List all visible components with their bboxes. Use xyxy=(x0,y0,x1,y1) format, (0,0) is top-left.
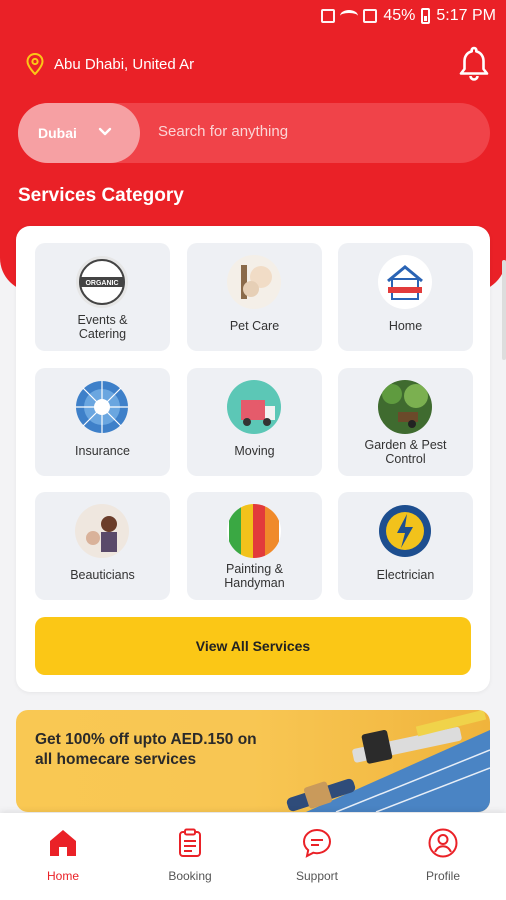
category-tile[interactable]: Painting & Handyman xyxy=(187,492,322,600)
insurance-wheel-icon xyxy=(75,380,129,434)
home-service-icon xyxy=(378,255,432,309)
clock: 5:17 PM xyxy=(436,7,496,24)
nav-label-profile: Profile xyxy=(425,869,460,883)
category-label: Events & Catering xyxy=(77,313,128,341)
svg-text:ORGANIC: ORGANIC xyxy=(85,280,118,287)
category-label: Garden & Pest Control xyxy=(364,438,447,466)
nav-label-booking: Booking xyxy=(168,869,212,883)
wifi-icon xyxy=(340,10,359,22)
painting-icon xyxy=(227,504,281,558)
nav-profile[interactable]: Profile xyxy=(398,827,488,883)
nav-label-home: Home xyxy=(46,869,79,883)
category-tile[interactable]: Home xyxy=(338,243,473,351)
category-tile[interactable]: Insurance xyxy=(35,368,170,476)
home-icon xyxy=(50,830,76,856)
bell-icon[interactable] xyxy=(458,45,490,83)
location-text: Abu Dhabi, United Ar xyxy=(54,55,195,73)
battery-percent: 45% xyxy=(383,7,416,24)
category-tile[interactable]: Pet Care xyxy=(187,243,322,351)
organic-badge-icon: ORGANIC xyxy=(75,255,129,309)
promo-banner[interactable]: Get 100% off upto AED.150 on all homecar… xyxy=(16,710,490,812)
category-tile[interactable]: ORGANIC Events & Catering xyxy=(35,243,170,351)
signal-icon xyxy=(363,9,378,23)
nav-booking[interactable]: Booking xyxy=(145,827,235,883)
nav-home[interactable]: Home xyxy=(18,827,108,883)
location-pin-icon xyxy=(26,52,44,76)
status-bar: 45% 5:17 PM xyxy=(0,0,506,32)
city-selector[interactable]: Dubai xyxy=(18,103,140,163)
status-icons xyxy=(321,9,378,23)
category-label: Moving xyxy=(234,444,275,458)
clipboard-icon xyxy=(179,828,201,857)
bottom-navigation: Home Booking Support Profile xyxy=(0,813,506,900)
notification-icon xyxy=(321,9,336,23)
chevron-down-icon xyxy=(98,127,112,136)
scrollbar[interactable] xyxy=(502,260,506,360)
category-label: Beauticians xyxy=(70,568,135,582)
garden-icon xyxy=(378,380,432,434)
pet-care-icon xyxy=(227,255,281,309)
category-tile[interactable]: Moving xyxy=(187,368,322,476)
category-tile[interactable]: Electrician xyxy=(338,492,473,600)
category-label: Home xyxy=(388,319,423,333)
promo-text: Get 100% off upto AED.150 on all homecar… xyxy=(35,731,257,768)
category-tile[interactable]: Garden & Pest Control xyxy=(338,368,473,476)
tools-illustration xyxy=(286,710,490,812)
city-label: Dubai xyxy=(38,125,77,141)
beautician-icon xyxy=(75,504,129,558)
category-label: Insurance xyxy=(75,444,130,458)
category-tile[interactable]: Beauticians xyxy=(35,492,170,600)
search-input[interactable]: Search for anything xyxy=(158,123,288,140)
user-icon xyxy=(428,828,458,858)
chat-icon xyxy=(302,828,332,858)
moving-icon xyxy=(227,380,281,434)
location-selector[interactable]: Abu Dhabi, United Ar xyxy=(26,52,195,76)
electrician-badge-icon xyxy=(378,504,432,558)
section-title: Services Category xyxy=(18,185,184,206)
search-bar[interactable]: Dubai Search for anything xyxy=(18,103,490,163)
category-label: Painting & Handyman xyxy=(224,562,285,590)
battery-icon xyxy=(421,8,431,24)
nav-support[interactable]: Support xyxy=(272,827,362,883)
view-all-services-button[interactable]: View All Services xyxy=(35,617,471,675)
category-label: Pet Care xyxy=(229,319,280,333)
nav-label-support: Support xyxy=(295,869,339,883)
category-label: Electrician xyxy=(376,568,435,582)
